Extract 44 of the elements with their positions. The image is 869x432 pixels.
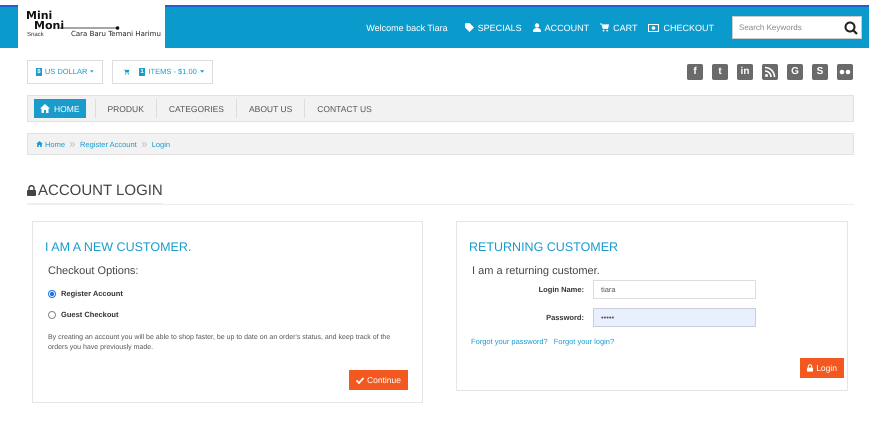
login-button[interactable]: Login xyxy=(800,358,844,378)
check-icon xyxy=(356,376,364,384)
nav-tab[interactable]: CONTACT US xyxy=(308,99,381,118)
panel-heading: RETURNING CUSTOMER xyxy=(469,240,620,254)
breadcrumb-separator-icon xyxy=(142,142,147,146)
header-menu-link[interactable]: CHECKOUT xyxy=(648,22,714,32)
nav-tab[interactable]: HOME xyxy=(34,99,86,118)
cart-icon xyxy=(600,23,610,32)
panel-heading: I AM A NEW CUSTOMER. xyxy=(45,240,192,254)
logo-text: Moni xyxy=(34,21,64,31)
panel-subheading: Checkout Options: xyxy=(48,265,140,277)
home-icon xyxy=(36,141,43,147)
search-icon[interactable] xyxy=(844,20,858,34)
money-icon xyxy=(648,24,660,32)
welcome-text: Welcome back Tiara xyxy=(366,22,448,32)
page-title: ACCOUNT LOGIN xyxy=(27,182,163,204)
social-icon[interactable]: in xyxy=(737,64,753,80)
nav-tab[interactable]: CATEGORIES xyxy=(160,99,233,118)
tag-icon xyxy=(464,23,474,32)
header-menu-link[interactable]: ACCOUNT xyxy=(532,22,590,32)
header-menu-link[interactable]: CART xyxy=(600,22,638,32)
flickr-dots-icon[interactable] xyxy=(837,64,853,80)
search-field[interactable]: Search Keywords xyxy=(732,16,862,39)
home-icon xyxy=(40,104,50,113)
radio-button[interactable] xyxy=(48,310,56,318)
social-icon[interactable]: f xyxy=(687,64,703,80)
nav-tab[interactable]: PRODUK xyxy=(98,99,153,118)
lock-icon xyxy=(807,364,814,372)
rss-icon[interactable] xyxy=(762,64,778,80)
caret-icon xyxy=(90,70,94,73)
radio-button[interactable] xyxy=(48,290,56,298)
social-icon[interactable]: G xyxy=(787,64,803,80)
breadcrumb-separator-icon xyxy=(70,142,76,146)
header-menu-link[interactable]: SPECIALS xyxy=(464,22,522,32)
logo-text: Mini xyxy=(26,11,52,21)
continue-button[interactable]: Continue xyxy=(348,370,408,390)
nav-tab[interactable]: ABOUT US xyxy=(240,99,302,118)
cart-icon xyxy=(123,68,130,75)
user-icon xyxy=(532,23,541,32)
panel-subheading: I am a returning customer. xyxy=(472,265,601,277)
caret-icon xyxy=(200,70,204,73)
lock-icon xyxy=(27,185,36,196)
social-icon[interactable]: t xyxy=(712,64,728,80)
social-icon[interactable]: S xyxy=(812,64,828,80)
